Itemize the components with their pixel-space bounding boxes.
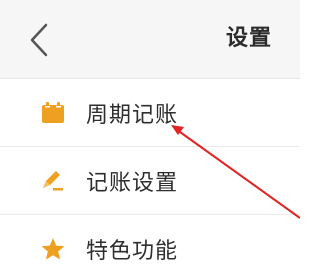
pencil-icon	[38, 166, 68, 196]
chevron-left-icon	[30, 23, 48, 57]
menu-item-periodic-bookkeeping[interactable]: 周期记账	[0, 79, 300, 147]
menu-item-label: 周期记账	[86, 102, 179, 128]
calendar-icon	[38, 98, 68, 128]
settings-screen: 设置 周期记账 记账设置 特色功能	[0, 0, 300, 279]
menu-item-label: 记账设置	[86, 170, 179, 196]
back-button[interactable]	[22, 20, 56, 60]
page-title: 设置	[225, 26, 272, 51]
menu-item-featured-functions[interactable]: 特色功能	[0, 215, 300, 279]
menu-item-bookkeeping-settings[interactable]: 记账设置	[0, 147, 300, 215]
header-bar: 设置	[0, 0, 300, 79]
menu-item-label: 特色功能	[86, 238, 179, 264]
settings-menu: 周期记账 记账设置 特色功能	[0, 79, 300, 279]
star-icon	[38, 234, 68, 264]
